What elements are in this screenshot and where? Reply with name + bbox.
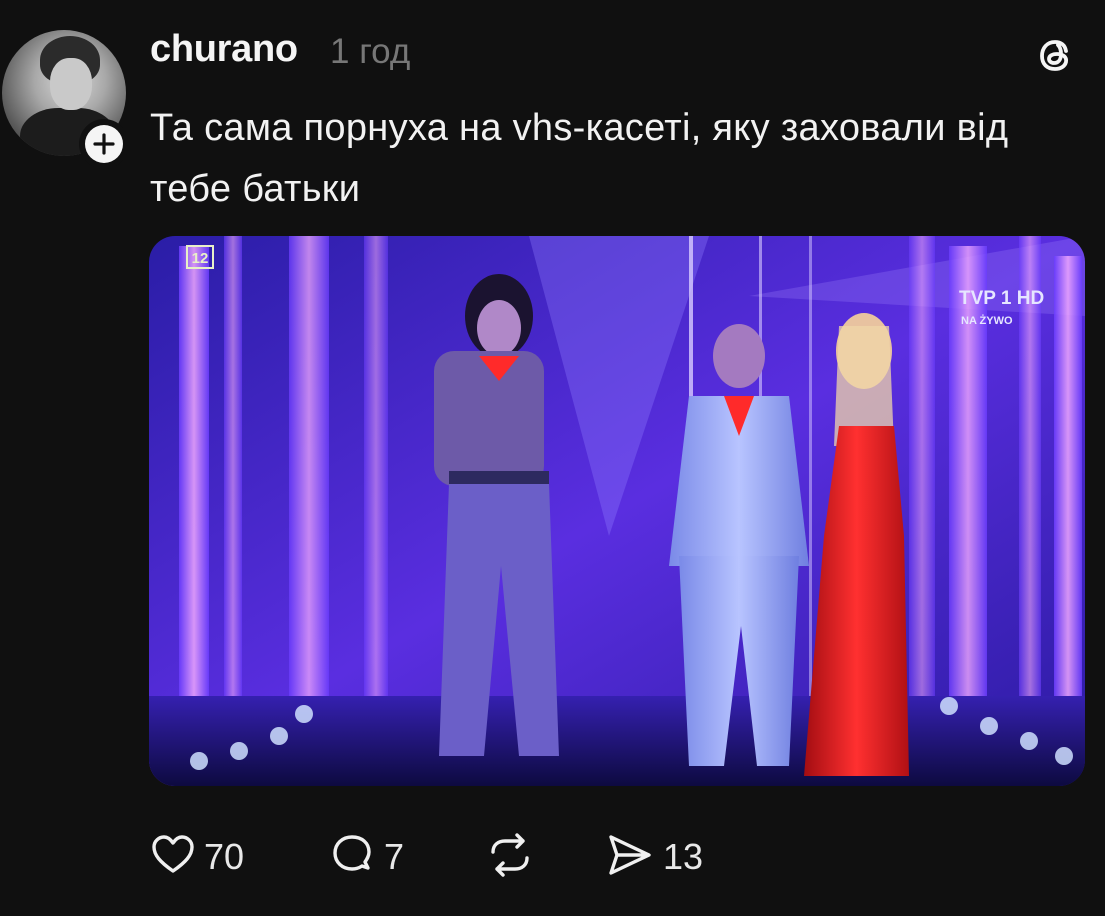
follow-button[interactable] — [79, 119, 129, 169]
reply-count: 7 — [384, 836, 405, 877]
share-icon — [605, 832, 655, 883]
avatar-face — [50, 58, 92, 110]
share-button[interactable]: 13 — [605, 832, 703, 882]
live-label: NA ŻYWO — [961, 314, 1013, 327]
plus-icon — [85, 125, 123, 163]
post-image[interactable]: 12 TVP 1 HD NA ŻYWO — [149, 236, 1085, 786]
broadcaster-logo: TVP 1 HD — [959, 288, 1044, 309]
channel-corner-badge: 12 — [192, 250, 209, 267]
share-count: 13 — [663, 836, 704, 877]
author-username[interactable]: churano — [150, 28, 298, 71]
like-button[interactable]: 70 — [150, 832, 244, 882]
tv-broadcast-image: 12 TVP 1 HD NA ŻYWO — [149, 236, 1085, 786]
comment-icon — [330, 832, 376, 883]
post-timestamp: 1 год — [330, 32, 411, 71]
post-text: Та сама порнуха на vhs-касеті, яку захов… — [150, 107, 1009, 210]
repost-icon — [485, 832, 535, 883]
reply-button[interactable]: 7 — [330, 832, 404, 882]
thread-post: churano 1 год Та сама порнуха на vhs-кас… — [0, 0, 1105, 916]
threads-logo-icon[interactable] — [1030, 30, 1080, 80]
repost-button[interactable] — [485, 832, 543, 882]
heart-icon — [150, 832, 196, 883]
like-count: 70 — [204, 836, 245, 877]
